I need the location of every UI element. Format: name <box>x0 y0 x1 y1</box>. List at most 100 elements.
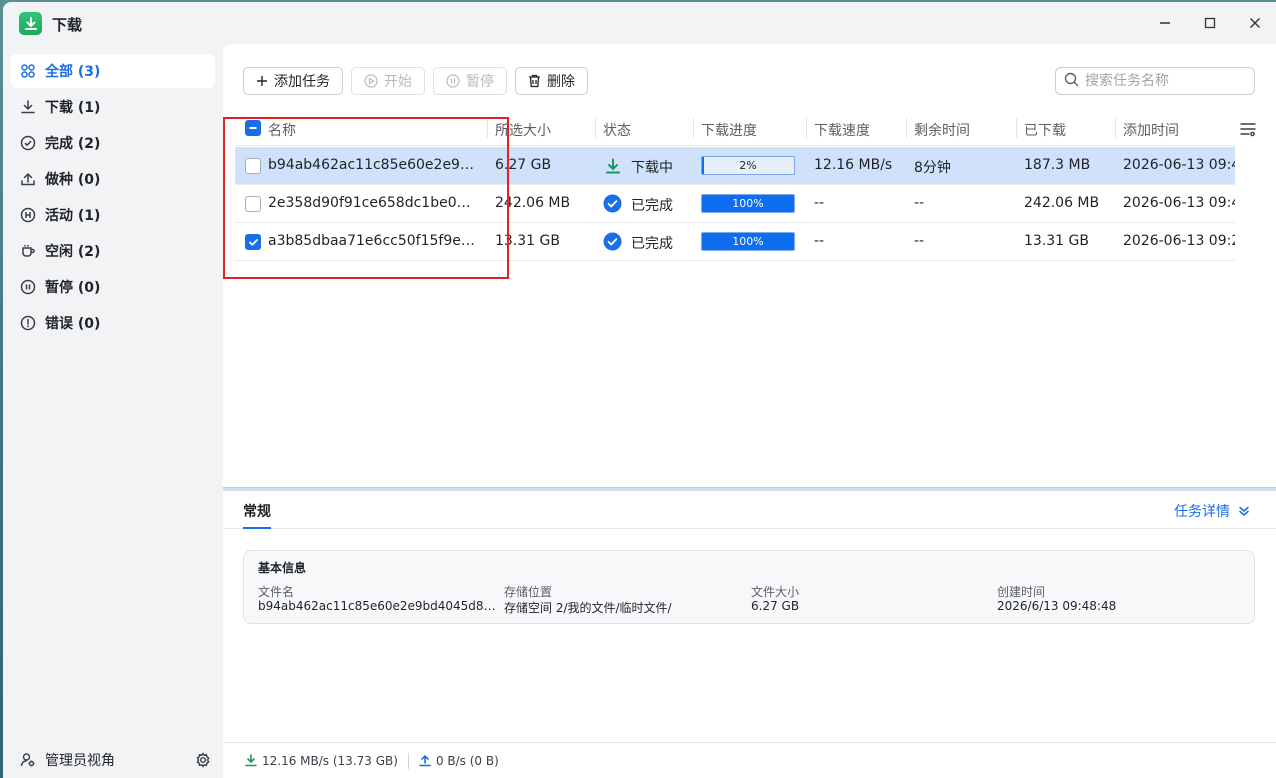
table-row[interactable]: 2e358d90f91ce658dc1be053d 242.06 MB 已完成 … <box>235 185 1235 223</box>
add-task-button[interactable]: 添加任务 <box>243 67 343 95</box>
progress-label: 2% <box>739 159 757 172</box>
download-rate: 12.16 MB/s (13.73 GB) <box>245 754 398 768</box>
field-value-location: 存储空间 2/我的文件/临时文件/ <box>504 601 672 615</box>
header-name[interactable]: 名称 <box>268 120 296 140</box>
row-checkbox[interactable] <box>245 234 261 250</box>
task-added-time: 2026-06-13 09:20: <box>1123 233 1235 249</box>
maximize-button[interactable] <box>1195 10 1225 36</box>
check-circle-icon <box>19 134 37 152</box>
row-checkbox[interactable] <box>245 196 261 212</box>
sidebar-item-label: 空闲 (2) <box>45 244 101 260</box>
header-divider <box>1115 118 1116 138</box>
task-status: 下载中 <box>631 160 673 176</box>
download-window: 下载 全部 (3) 下载 (1) 完成 (2) 做种 (0) 活动 (1) 空闲… <box>3 2 1276 778</box>
toolbar: 添加任务 开始 暂停 删除 <box>243 67 588 95</box>
column-settings-icon[interactable] <box>1239 120 1257 138</box>
sidebar-item-label: 全部 (3) <box>45 64 101 80</box>
pause-button[interactable]: 暂停 <box>433 67 507 95</box>
header-progress[interactable]: 下载进度 <box>701 120 757 140</box>
sidebar-item-label: 错误 (0) <box>45 316 101 332</box>
sidebar-item-active[interactable]: 活动 (1) <box>11 198 215 232</box>
sidebar-item-error[interactable]: 错误 (0) <box>11 306 215 340</box>
task-remaining: -- <box>914 233 925 249</box>
progress-label: 100% <box>732 235 764 248</box>
settings-gear-icon[interactable] <box>193 750 213 770</box>
title-bar: 下载 <box>3 2 1276 44</box>
error-circle-icon <box>19 314 37 332</box>
header-divider <box>906 118 907 138</box>
detail-tabs: 常规 任务详情 <box>223 491 1276 529</box>
sidebar-item-all[interactable]: 全部 (3) <box>11 54 215 88</box>
sidebar-item-label: 完成 (2) <box>45 136 101 152</box>
header-divider <box>806 118 807 138</box>
task-size: 6.27 GB <box>495 157 552 173</box>
header-size[interactable]: 所选大小 <box>495 120 551 140</box>
admin-view-toggle[interactable]: 管理员视角 <box>19 750 115 770</box>
upload-rate: 0 B/s (0 B) <box>419 754 499 768</box>
header-added[interactable]: 添加时间 <box>1123 120 1179 140</box>
delete-button[interactable]: 删除 <box>515 67 588 95</box>
task-name: b94ab462ac11c85e60e2e9bd4045d8eaad6 <box>268 157 478 173</box>
upload-arrow-icon <box>419 754 431 767</box>
app-download-icon <box>19 12 42 35</box>
progress-bar: 2% <box>701 156 795 175</box>
task-status: 已完成 <box>631 236 673 252</box>
sidebar-item-completed[interactable]: 完成 (2) <box>11 126 215 160</box>
header-divider <box>693 118 694 138</box>
field-value-size: 6.27 GB <box>751 599 800 613</box>
field-label-filename: 文件名 <box>258 585 295 599</box>
close-button[interactable] <box>1240 10 1270 36</box>
task-speed: -- <box>814 233 825 249</box>
basic-info-card: 基本信息 文件名 b94ab462ac11c85e60e2e9bd4045d8e… <box>243 550 1255 624</box>
select-all-checkbox[interactable] <box>245 120 261 136</box>
header-speed[interactable]: 下载速度 <box>814 120 870 140</box>
sidebar-item-label: 暂停 (0) <box>45 280 101 296</box>
task-speed: -- <box>814 195 825 211</box>
search-box[interactable] <box>1055 67 1255 95</box>
table-row[interactable]: b94ab462ac11c85e60e2e9bd4045d8eaad6 6.27… <box>235 147 1235 185</box>
downloading-arrow-icon <box>603 156 622 175</box>
pause-circle-icon <box>19 278 37 296</box>
field-value-filename: b94ab462ac11c85e60e2e9bd4045d8eaad6 <box>258 599 500 613</box>
sidebar-item-idle[interactable]: 空闲 (2) <box>11 234 215 268</box>
field-label-size: 文件大小 <box>751 585 800 599</box>
sidebar-item-paused[interactable]: 暂停 (0) <box>11 270 215 304</box>
completed-check-icon <box>603 194 622 213</box>
completed-check-icon <box>603 232 622 251</box>
tab-general[interactable]: 常规 <box>243 501 271 529</box>
header-remaining[interactable]: 剩余时间 <box>914 120 970 140</box>
task-name: a3b85dbaa71e6cc50f15f9e5aa <box>268 233 478 249</box>
table-row[interactable]: a3b85dbaa71e6cc50f15f9e5aa 13.31 GB 已完成 … <box>235 223 1235 261</box>
card-title: 基本信息 <box>258 561 307 575</box>
sidebar-item-seeding[interactable]: 做种 (0) <box>11 162 215 196</box>
task-remaining: -- <box>914 195 925 211</box>
header-status[interactable]: 状态 <box>603 120 631 140</box>
task-speed: 12.16 MB/s <box>814 157 893 173</box>
main-panel: 添加任务 开始 暂停 删除 名 <box>223 44 1276 778</box>
trash-icon <box>528 74 541 88</box>
search-input[interactable] <box>1085 73 1245 89</box>
grid-icon <box>19 62 37 80</box>
task-size: 242.06 MB <box>495 195 571 211</box>
progress-bar: 100% <box>701 232 795 251</box>
progress-bar: 100% <box>701 194 795 213</box>
task-added-time: 2026-06-13 09:48:48 <box>1123 157 1235 173</box>
task-status: 已完成 <box>631 198 673 214</box>
start-button[interactable]: 开始 <box>351 67 425 95</box>
task-downloaded: 187.3 MB <box>1024 157 1091 173</box>
header-downloaded[interactable]: 已下载 <box>1024 120 1066 140</box>
download-arrow-icon <box>245 754 257 767</box>
field-label-created: 创建时间 <box>997 585 1046 599</box>
table-header: 名称 所选大小 状态 下载进度 下载速度 剩余时间 已下载 添加时间 <box>235 110 1235 146</box>
pause-circle-icon <box>446 74 460 88</box>
minimize-button[interactable] <box>1150 10 1180 36</box>
sidebar-item-downloading[interactable]: 下载 (1) <box>11 90 215 124</box>
status-bar: 12.16 MB/s (13.73 GB) 0 B/s (0 B) <box>223 742 1276 778</box>
search-icon <box>1064 72 1079 91</box>
row-checkbox[interactable] <box>245 158 261 174</box>
sidebar-item-label: 下载 (1) <box>45 100 101 116</box>
task-downloaded: 13.31 GB <box>1024 233 1089 249</box>
header-divider <box>595 118 596 138</box>
status-divider <box>407 752 409 769</box>
task-details-link[interactable]: 任务详情 <box>1174 501 1250 521</box>
